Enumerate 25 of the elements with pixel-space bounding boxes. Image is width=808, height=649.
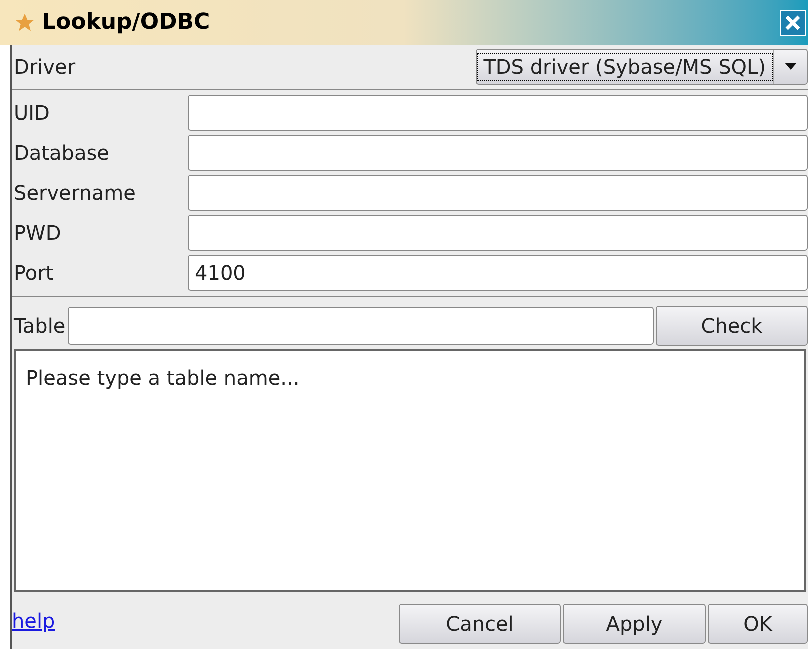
table-label: Table — [13, 313, 67, 340]
field-label: Database — [13, 140, 110, 167]
field-label: Port — [13, 260, 55, 287]
input-field[interactable] — [188, 215, 808, 251]
help-link[interactable]: help — [12, 606, 56, 636]
close-button[interactable] — [780, 10, 806, 36]
field-label: UID — [13, 100, 51, 127]
field-label: Servername — [13, 180, 137, 207]
table-field[interactable] — [68, 307, 654, 345]
input-field[interactable] — [188, 135, 808, 171]
caret-icon — [784, 63, 796, 71]
input-field[interactable] — [188, 175, 808, 211]
input-field[interactable]: 4100 — [188, 255, 808, 291]
close-icon — [784, 14, 802, 32]
window-title: Lookup/ODBC — [42, 9, 210, 37]
message-text: Please type a table name... — [26, 366, 300, 390]
dialog-button[interactable]: OK — [708, 604, 808, 644]
check-button[interactable]: Check — [656, 306, 808, 346]
input-field[interactable] — [188, 95, 808, 131]
driver-dropdown[interactable]: TDS driver (Sybase/MS SQL) — [476, 49, 808, 85]
driver-label: Driver — [13, 54, 76, 81]
star-icon — [14, 12, 36, 34]
dialog-button[interactable]: Cancel — [399, 604, 561, 644]
dialog-button[interactable]: Apply — [563, 604, 706, 644]
field-label: PWD — [13, 220, 62, 247]
